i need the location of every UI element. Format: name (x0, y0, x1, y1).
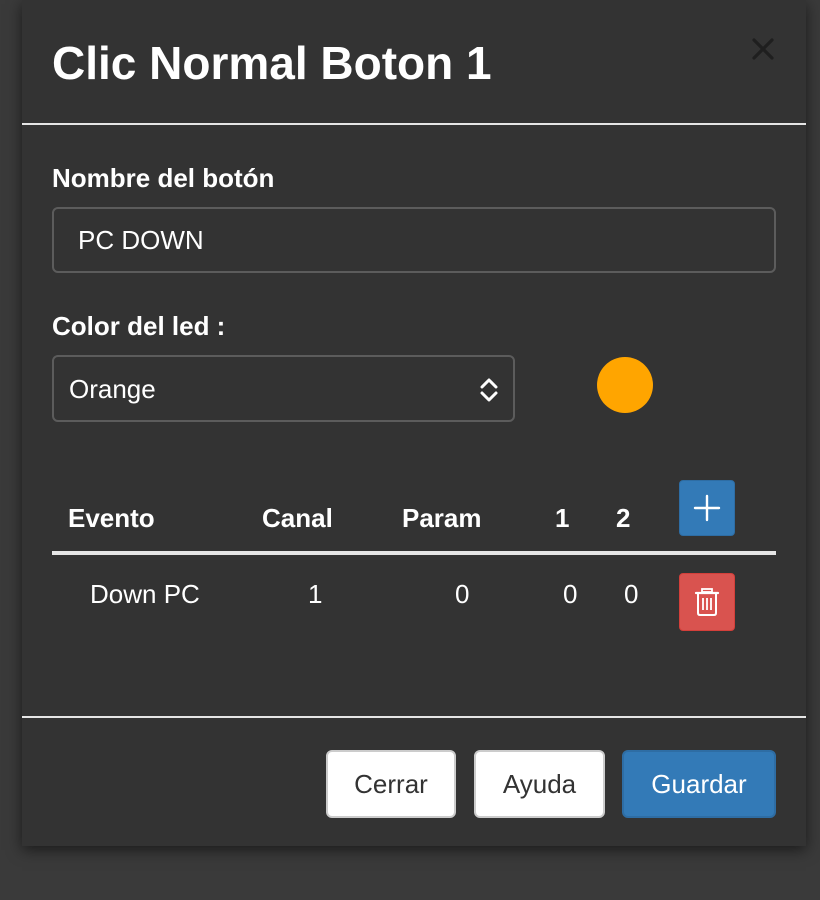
help-button[interactable]: Ayuda (474, 750, 605, 818)
button-name-input[interactable] (52, 207, 776, 273)
table-header-divider (52, 551, 776, 555)
close-button[interactable] (748, 34, 778, 64)
led-color-label: Color del led : (52, 311, 226, 341)
led-color-select[interactable]: Orange (52, 355, 515, 422)
chevron-up-down-icon (480, 378, 498, 402)
close-dialog-button[interactable]: Cerrar (326, 750, 456, 818)
table-header-2: 2 (616, 503, 631, 533)
modal-dialog: Clic Normal Boton 1 Nombre del botón Col… (22, 0, 806, 846)
table-header-param: Param (402, 503, 482, 533)
close-icon (752, 38, 774, 60)
table-cell-canal: 1 (308, 579, 323, 609)
modal-header: Clic Normal Boton 1 (22, 0, 806, 125)
table-header-canal: Canal (262, 503, 333, 533)
table-header-evento: Evento (68, 503, 155, 533)
table-cell-evento: Down PC (90, 579, 200, 609)
delete-event-button[interactable] (679, 573, 735, 631)
modal-title: Clic Normal Boton 1 (52, 37, 492, 89)
led-color-select-value: Orange (69, 374, 156, 404)
save-button[interactable]: Guardar (622, 750, 776, 818)
table-cell-param: 0 (455, 579, 470, 609)
led-color-indicator (597, 357, 653, 413)
add-event-button[interactable] (679, 480, 735, 536)
button-name-label: Nombre del botón (52, 163, 275, 193)
modal-footer: Cerrar Ayuda Guardar (22, 716, 806, 846)
table-cell-2: 0 (624, 579, 639, 609)
plus-icon (693, 494, 721, 522)
table-header-1: 1 (555, 503, 570, 533)
trash-icon (694, 588, 720, 616)
table-cell-1: 0 (563, 579, 578, 609)
